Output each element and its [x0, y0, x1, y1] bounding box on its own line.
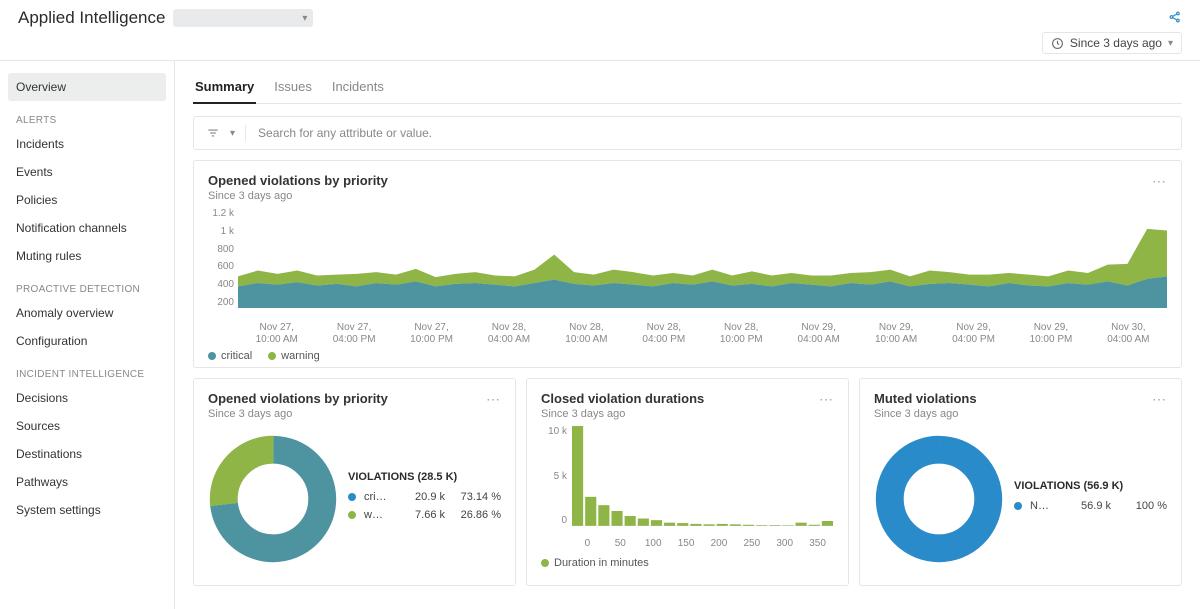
chevron-down-icon: ▾ — [302, 13, 307, 24]
card-title: Opened violations by priority — [208, 391, 388, 406]
donut-heading: VIOLATIONS (28.5 K) — [348, 471, 501, 483]
card-title: Opened violations by priority — [208, 173, 388, 188]
x-axis: 050100150200250300350 — [571, 538, 834, 549]
header: Applied Intelligence ▾ Since 3 days ago … — [0, 0, 1200, 61]
card-title: Closed violation durations — [541, 391, 704, 406]
card-subtitle: Since 3 days ago — [541, 408, 704, 420]
card-title: Muted violations — [874, 391, 977, 406]
legend-row: N… 56.9 k 100 % — [1014, 500, 1167, 512]
account-selector[interactable]: ▾ — [173, 9, 313, 27]
tab-issues[interactable]: Issues — [272, 73, 314, 104]
card-muted-violations: Muted violations Since 3 days ago ⋯ VIOL… — [859, 378, 1182, 586]
bar-chart — [571, 426, 834, 526]
tabs: Summary Issues Incidents — [193, 73, 1182, 104]
sidebar-group-label: ALERTS — [8, 101, 166, 130]
time-range-picker[interactable]: Since 3 days ago ▾ — [1042, 32, 1182, 54]
sidebar-item-pathways[interactable]: Pathways — [8, 468, 166, 496]
donut-chart — [208, 434, 338, 564]
donut-chart — [874, 434, 1004, 564]
filter-icon — [206, 126, 220, 140]
sidebar-item-system-settings[interactable]: System settings — [8, 496, 166, 524]
card-closed-violation-durations: Closed violation durations Since 3 days … — [526, 378, 849, 586]
main-content: Summary Issues Incidents ▾ Opened violatio… — [175, 61, 1200, 609]
sidebar-item-destinations[interactable]: Destinations — [8, 440, 166, 468]
sidebar-item-events[interactable]: Events — [8, 158, 166, 186]
time-range-label: Since 3 days ago — [1070, 36, 1162, 50]
sidebar-item-notification-channels[interactable]: Notification channels — [8, 214, 166, 242]
tab-incidents[interactable]: Incidents — [330, 73, 386, 104]
sidebar-item-muting-rules[interactable]: Muting rules — [8, 242, 166, 270]
legend-row: w… 7.66 k 26.86 % — [348, 509, 501, 521]
search-bar[interactable]: ▾ — [193, 116, 1182, 150]
x-axis: Nov 27,10:00 AMNov 27,04:00 PMNov 27,10:… — [238, 322, 1167, 346]
card-menu-icon[interactable]: ⋯ — [1152, 391, 1167, 408]
search-input[interactable] — [256, 125, 1169, 141]
share-icon[interactable] — [1168, 10, 1182, 27]
sidebar-item-decisions[interactable]: Decisions — [8, 384, 166, 412]
chevron-down-icon: ▾ — [1168, 38, 1173, 49]
tab-summary[interactable]: Summary — [193, 73, 256, 104]
clock-icon — [1051, 37, 1064, 50]
legend-row: cri… 20.9 k 73.14 % — [348, 491, 501, 503]
sidebar-group-label: INCIDENT INTELLIGENCE — [8, 355, 166, 384]
legend-item: Duration in minutes — [541, 557, 649, 569]
divider — [245, 125, 246, 141]
sidebar-item-sources[interactable]: Sources — [8, 412, 166, 440]
sidebar-group-label: PROACTIVE DETECTION — [8, 270, 166, 299]
page-title: Applied Intelligence — [18, 8, 165, 28]
card-subtitle: Since 3 days ago — [208, 408, 388, 420]
card-opened-violations-area: Opened violations by priority Since 3 da… — [193, 160, 1182, 368]
sidebar: OverviewALERTSIncidentsEventsPoliciesNot… — [0, 61, 175, 609]
sidebar-item-policies[interactable]: Policies — [8, 186, 166, 214]
donut-heading: VIOLATIONS (56.9 K) — [1014, 480, 1167, 492]
legend-item: critical — [208, 350, 252, 362]
chevron-down-icon[interactable]: ▾ — [230, 128, 235, 139]
legend: critical warning — [208, 350, 1167, 362]
sidebar-item-overview[interactable]: Overview — [8, 73, 166, 101]
card-menu-icon[interactable]: ⋯ — [819, 391, 834, 408]
y-axis: 1.2 k1 k800600400200 — [208, 208, 238, 308]
card-menu-icon[interactable]: ⋯ — [1152, 173, 1167, 190]
card-opened-violations-donut: Opened violations by priority Since 3 da… — [193, 378, 516, 586]
sidebar-item-configuration[interactable]: Configuration — [8, 327, 166, 355]
area-chart — [238, 208, 1167, 308]
y-axis: 10 k5 k0 — [541, 426, 571, 526]
card-menu-icon[interactable]: ⋯ — [486, 391, 501, 408]
card-subtitle: Since 3 days ago — [208, 190, 388, 202]
sidebar-item-anomaly-overview[interactable]: Anomaly overview — [8, 299, 166, 327]
sidebar-item-incidents[interactable]: Incidents — [8, 130, 166, 158]
legend: Duration in minutes — [541, 557, 834, 569]
card-subtitle: Since 3 days ago — [874, 408, 977, 420]
legend-item: warning — [268, 350, 320, 362]
